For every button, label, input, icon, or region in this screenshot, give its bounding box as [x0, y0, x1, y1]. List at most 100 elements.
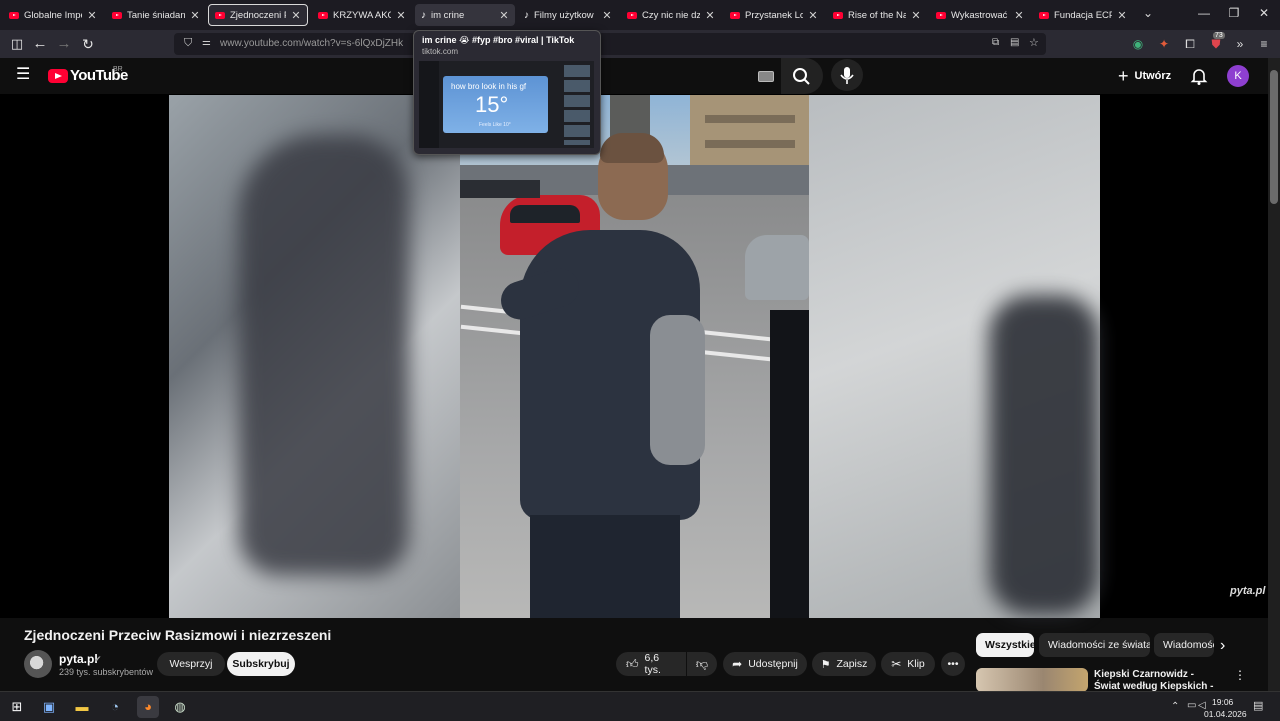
like-button[interactable]: 👍︎ 6,6 tys.	[616, 652, 686, 676]
channel-name[interactable]: pyta.pl	[59, 652, 98, 666]
tab-1[interactable]: Globalne Imperium ✕	[3, 4, 103, 26]
tab-title: Przystanek Lomba	[745, 9, 803, 21]
tab-9[interactable]: Rise of the Nazis ✕	[827, 4, 927, 26]
clock-date[interactable]: 01.04.2026	[1204, 709, 1247, 719]
file-explorer-icon[interactable]: ▬	[71, 696, 93, 718]
subscriber-count: 239 tys. subskrybentów	[59, 667, 154, 677]
tab-6[interactable]: ♪ Filmy użytkow ✕	[518, 4, 618, 26]
scrollbar-thumb[interactable]	[1270, 70, 1278, 204]
clip-button[interactable]: ✂ Klip	[881, 652, 935, 676]
scissors-icon: ✂	[891, 657, 902, 671]
taskbar-app-icon-2[interactable]: ◍	[169, 696, 191, 718]
url-text[interactable]: www.youtube.com/watch?v=s-6lQxDjZHk	[220, 38, 403, 49]
keyboard-icon[interactable]	[758, 71, 774, 82]
tab-title: Globalne Imperium	[24, 9, 82, 21]
close-window-icon[interactable]: ✕	[1256, 6, 1272, 20]
more-vertical-icon[interactable]: ⋮	[1234, 668, 1246, 682]
sidebar-toggle-icon[interactable]: ◫	[8, 35, 26, 53]
steam-icon[interactable]: ◔	[104, 696, 126, 718]
close-tab-icon[interactable]: ✕	[190, 9, 200, 22]
tab-11[interactable]: Fundacja ECPU Po ✕	[1033, 4, 1133, 26]
chip-next-icon[interactable]: ›	[1220, 637, 1225, 655]
more-actions-button[interactable]: •••	[941, 652, 965, 676]
notifications-center-icon[interactable]: ▤	[1253, 699, 1263, 712]
close-tab-icon[interactable]: ✕	[87, 9, 97, 22]
bell-icon	[1190, 69, 1208, 85]
tab-5[interactable]: ♪ im crine ✕	[415, 4, 515, 26]
close-tab-icon[interactable]: ✕	[396, 9, 406, 22]
more-horizontal-icon: •••	[947, 658, 959, 670]
close-tab-icon[interactable]: ✕	[705, 9, 715, 22]
video-blurred-background-right	[809, 95, 1100, 618]
tab-10[interactable]: Wykastrować bez ✕	[930, 4, 1030, 26]
chip-all[interactable]: Wszystkie	[976, 633, 1034, 657]
tab-2[interactable]: Tanie śniadanie w ✕	[106, 4, 206, 26]
tab-4[interactable]: KRZYWA AKCJA # ✕	[312, 4, 412, 26]
support-label: Wesprzyj	[169, 658, 213, 670]
subscribe-button[interactable]: Subskrybuj	[227, 652, 295, 676]
restore-icon[interactable]: ❐	[1226, 6, 1242, 20]
show-hidden-icons-icon[interactable]: ⌃	[1171, 701, 1179, 712]
channel-watermark[interactable]: pyta.pl	[1230, 585, 1265, 597]
extensions-puzzle-icon[interactable]: ⧠	[1181, 35, 1199, 53]
chip-news[interactable]: Wiadomości	[1154, 633, 1214, 657]
picture-in-picture-icon[interactable]: ⧉	[992, 37, 999, 48]
close-tab-icon[interactable]: ✕	[911, 9, 921, 22]
reader-view-icon[interactable]: ▤	[1010, 37, 1019, 48]
hamburger-menu-icon[interactable]: ☰	[16, 67, 32, 83]
network-icon[interactable]: ▭	[1187, 700, 1196, 711]
menu-icon[interactable]: ≡	[1255, 35, 1273, 53]
list-all-tabs-icon[interactable]: ⌄	[1140, 6, 1156, 20]
extension-badge: 73	[1213, 32, 1225, 39]
close-tab-icon[interactable]: ✕	[1014, 9, 1024, 22]
tab-title: Filmy użytkow	[534, 9, 594, 21]
youtube-icon	[730, 11, 740, 19]
save-button[interactable]: ⚑ Zapisz	[812, 652, 876, 676]
close-tab-icon[interactable]: ✕	[291, 9, 301, 22]
close-tab-icon[interactable]: ✕	[808, 9, 818, 22]
channel-avatar[interactable]	[24, 650, 52, 678]
youtube-icon	[1039, 11, 1049, 19]
support-button[interactable]: Wesprzyj	[157, 652, 225, 676]
create-button[interactable]: + Utwórz	[1118, 64, 1171, 88]
tooltip-title: im crine 😭 #fyp #bro #viral | TikTok	[422, 35, 575, 45]
minimize-icon[interactable]: —	[1196, 6, 1212, 20]
search-button[interactable]	[781, 58, 823, 94]
back-button[interactable]: ←	[31, 35, 49, 53]
overflow-chevron-icon[interactable]: »	[1231, 35, 1249, 53]
chip-world-news[interactable]: Wiadomości ze świata	[1039, 633, 1150, 657]
dislike-button[interactable]: 👎︎	[687, 652, 717, 676]
tab-7[interactable]: Czy nic nie dzieje ✕	[621, 4, 721, 26]
tooltip-host: tiktok.com	[422, 47, 459, 56]
youtube-logo-icon[interactable]	[48, 69, 68, 83]
reload-button[interactable]: ↻	[79, 35, 97, 53]
extension-icon[interactable]: ✦	[1155, 35, 1173, 53]
firefox-icon[interactable]: ◕	[137, 696, 159, 718]
video-player[interactable]: pyta.pl	[0, 94, 1268, 618]
start-button-windows-icon[interactable]: ⊞	[6, 696, 28, 718]
tab-title: im crine	[431, 9, 465, 21]
voice-search-button[interactable]	[831, 59, 863, 91]
region-code: BR	[113, 66, 123, 73]
shield-icon[interactable]: ⛉	[184, 37, 192, 50]
tab-8[interactable]: Przystanek Lomba ✕	[724, 4, 824, 26]
youtube-icon	[215, 11, 225, 19]
bookmark-star-icon[interactable]: ☆	[1029, 36, 1039, 49]
tab-3[interactable]: Zjednoczeni Przec ✕	[208, 4, 308, 26]
taskbar-app-icon[interactable]: ▣	[38, 696, 60, 718]
video-blurred-background-left	[169, 95, 460, 618]
tab-title: Zjednoczeni Przec	[230, 9, 286, 21]
address-bar[interactable]: ⛉ ⚌ www.youtube.com/watch?v=s-6lQxDjZHk …	[174, 33, 1046, 55]
clock-time[interactable]: 19:06	[1212, 697, 1233, 707]
close-tab-icon[interactable]: ✕	[1117, 9, 1127, 22]
close-tab-icon[interactable]: ✕	[602, 9, 612, 22]
close-tab-icon[interactable]: ✕	[499, 9, 509, 22]
page-settings-icon[interactable]: ⚌	[202, 37, 211, 48]
recommended-video-thumbnail[interactable]	[976, 668, 1088, 692]
forward-button[interactable]: →	[55, 35, 73, 53]
notifications-button[interactable]	[1189, 66, 1209, 86]
subscribe-label: Subskrybuj	[232, 658, 290, 670]
share-button[interactable]: ➦ Udostępnij	[723, 652, 807, 676]
vpn-extension-icon[interactable]: ◉	[1129, 35, 1147, 53]
account-avatar[interactable]: K	[1227, 65, 1249, 87]
